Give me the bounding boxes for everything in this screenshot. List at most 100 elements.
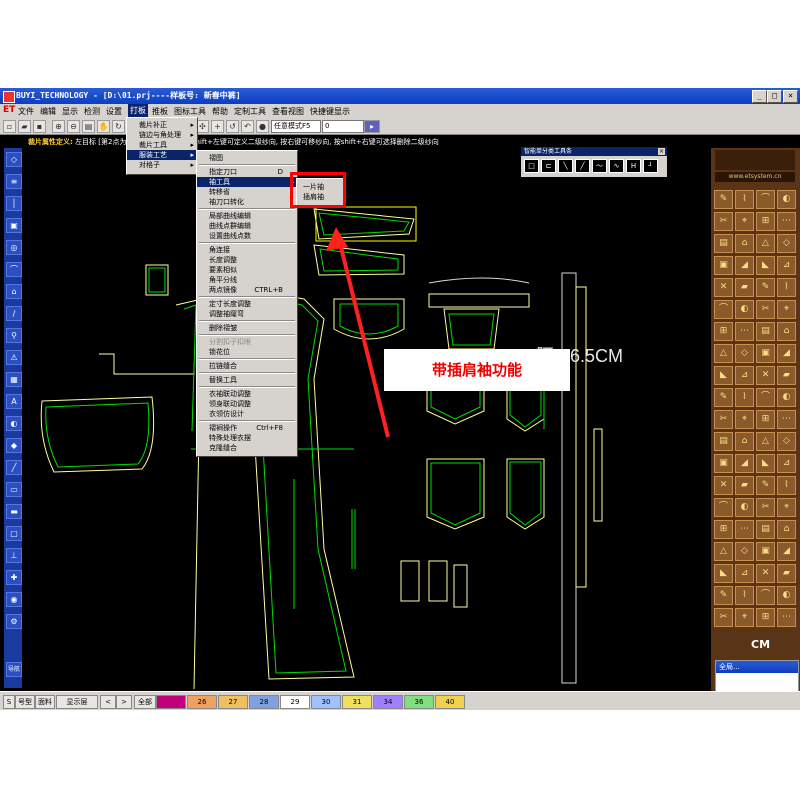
right-tool-icon[interactable]: ▣ bbox=[714, 454, 733, 473]
right-tool-icon[interactable]: ⌂ bbox=[735, 432, 754, 451]
submenu-item-30[interactable]: 领身联动调整 bbox=[197, 399, 297, 409]
right-tool-icon[interactable]: ⊞ bbox=[714, 520, 733, 539]
right-tool-icon[interactable]: ⋯ bbox=[777, 608, 796, 627]
right-tool-icon[interactable]: ⌖ bbox=[735, 410, 754, 429]
menu-custom-tools[interactable]: 定制工具 bbox=[234, 106, 266, 117]
submenu-item-17[interactable]: 定寸长度调整 bbox=[197, 299, 297, 309]
right-tool-icon[interactable]: ▰ bbox=[777, 366, 796, 385]
layer-swatch[interactable]: 36 bbox=[404, 695, 434, 709]
right-tool-icon[interactable]: ◣ bbox=[714, 564, 733, 583]
undo-icon[interactable]: ↶ bbox=[241, 120, 254, 133]
menu-icon-tools[interactable]: 图标工具 bbox=[174, 106, 206, 117]
right-tool-icon[interactable]: ⊞ bbox=[756, 212, 775, 231]
left-tool-icon-20[interactable]: ◉ bbox=[6, 592, 22, 607]
left-tool-icon-0[interactable]: ◇ bbox=[6, 152, 22, 167]
rect-tool-icon[interactable]: □ bbox=[524, 159, 539, 173]
right-tool-icon[interactable]: △ bbox=[714, 344, 733, 363]
layer-swatch[interactable]: 27 bbox=[218, 695, 248, 709]
right-tool-icon[interactable]: ⌇ bbox=[735, 388, 754, 407]
right-tool-icon[interactable]: ⌖ bbox=[777, 498, 796, 517]
green-dot-icon[interactable]: ● bbox=[256, 120, 269, 133]
right-tool-icon[interactable]: ✂ bbox=[714, 608, 733, 627]
submenu-item-13[interactable]: 要素相似 bbox=[197, 265, 297, 275]
left-tool-icon-10[interactable]: ▦ bbox=[6, 372, 22, 387]
size-s-button[interactable]: S bbox=[3, 695, 15, 709]
right-tool-icon[interactable]: ◣ bbox=[756, 454, 775, 473]
right-tool-icon[interactable]: ◢ bbox=[735, 256, 754, 275]
left-tool-icon-5[interactable]: ⌒ bbox=[6, 262, 22, 277]
new-file-icon[interactable]: ▫ bbox=[3, 120, 16, 133]
bracket-tool-icon[interactable]: ⊏ bbox=[541, 159, 556, 173]
menu-check[interactable]: 检测 bbox=[84, 106, 100, 117]
right-tool-icon[interactable]: ◢ bbox=[777, 344, 796, 363]
submenu-item-27[interactable]: 替换工具 bbox=[197, 375, 297, 385]
submenu-item-23[interactable]: 锁花位 bbox=[197, 347, 297, 357]
right-tool-icon[interactable]: ⊿ bbox=[777, 454, 796, 473]
right-tool-icon[interactable]: ⌂ bbox=[777, 322, 796, 341]
right-tool-icon[interactable]: ▤ bbox=[756, 520, 775, 539]
right-tool-icon[interactable]: ◢ bbox=[735, 454, 754, 473]
right-tool-icon[interactable]: ◢ bbox=[777, 542, 796, 561]
zoom-out-icon[interactable]: ⊖ bbox=[67, 120, 80, 133]
layer-swatch[interactable]: 40 bbox=[435, 695, 465, 709]
right-tool-icon[interactable]: ⌒ bbox=[714, 498, 733, 517]
submenu-item-3[interactable]: 袖工具 ▸ bbox=[197, 177, 297, 187]
right-tool-icon[interactable]: ✕ bbox=[714, 476, 733, 495]
right-tool-icon[interactable]: ▣ bbox=[756, 542, 775, 561]
menu-item-0[interactable]: 裁片补正 ▸ bbox=[127, 120, 197, 130]
diagonal-tool-icon[interactable]: ╲ bbox=[558, 159, 573, 173]
menu-shortcuts[interactable]: 快捷键显示 bbox=[310, 106, 350, 117]
left-tool-icon-3[interactable]: ▣ bbox=[6, 218, 22, 233]
right-tool-icon[interactable]: ⌂ bbox=[777, 520, 796, 539]
right-tool-icon[interactable]: ⌒ bbox=[756, 388, 775, 407]
close-button[interactable]: × bbox=[783, 90, 798, 103]
right-tool-icon[interactable]: ◇ bbox=[777, 432, 796, 451]
left-tool-icon-19[interactable]: ✚ bbox=[6, 570, 22, 585]
minimize-button[interactable]: _ bbox=[752, 90, 767, 103]
rotate-icon[interactable]: ↺ bbox=[226, 120, 239, 133]
left-tool-icon-1[interactable]: ≡ bbox=[6, 174, 22, 189]
pan-hand-icon[interactable]: ✋ bbox=[97, 120, 110, 133]
left-tool-icon-17[interactable]: ▢ bbox=[6, 526, 22, 541]
layer-swatch[interactable] bbox=[156, 695, 186, 709]
left-tool-icon-14[interactable]: ╱ bbox=[6, 460, 22, 475]
menu-item-3[interactable]: 服装工艺 ▸ bbox=[127, 150, 197, 160]
print-icon[interactable]: ▤ bbox=[82, 120, 95, 133]
fabric-button[interactable]: 面料 bbox=[35, 695, 55, 709]
maximize-button[interactable]: □ bbox=[767, 90, 782, 103]
menu-item-2[interactable]: 裁片工具 ▸ bbox=[127, 140, 197, 150]
right-tool-icon[interactable]: ◣ bbox=[714, 366, 733, 385]
right-tool-icon[interactable]: ⋯ bbox=[735, 322, 754, 341]
right-tool-icon[interactable]: ⌇ bbox=[735, 586, 754, 605]
submenu-item-31[interactable]: 衣领仿设计 bbox=[197, 409, 297, 419]
left-tool-icon-6[interactable]: ⌂ bbox=[6, 284, 22, 299]
menu-item-4[interactable]: 对格子 ▸ bbox=[127, 160, 197, 170]
right-tool-icon[interactable]: ⌖ bbox=[735, 608, 754, 627]
right-tool-icon[interactable]: ⊞ bbox=[756, 608, 775, 627]
menu-item-1[interactable]: 链边与角处理 ▸ bbox=[127, 130, 197, 140]
apply-icon[interactable]: ▸ bbox=[364, 120, 380, 133]
submenu-item-18[interactable]: 调整袖窿弯 bbox=[197, 309, 297, 319]
layer-swatch[interactable]: 30 bbox=[311, 695, 341, 709]
left-tool-icon-8[interactable]: ⚲ bbox=[6, 328, 22, 343]
submenu-item-5[interactable]: 袖刀口转化 bbox=[197, 197, 297, 207]
right-tool-icon[interactable]: ⊞ bbox=[756, 410, 775, 429]
right-tool-icon[interactable]: ⌖ bbox=[735, 212, 754, 231]
next-layer-button[interactable]: > bbox=[116, 695, 132, 709]
right-tool-icon[interactable]: ✂ bbox=[714, 212, 733, 231]
right-tool-icon[interactable]: ◇ bbox=[735, 542, 754, 561]
right-tool-icon[interactable]: ◇ bbox=[735, 344, 754, 363]
submenu-item-34[interactable]: 特殊处理衣摆 bbox=[197, 433, 297, 443]
submenu-item-0[interactable]: 褶图 bbox=[197, 153, 297, 163]
right-tool-icon[interactable]: ✎ bbox=[714, 388, 733, 407]
layer-swatch[interactable]: 28 bbox=[249, 695, 279, 709]
right-tool-icon[interactable]: ✂ bbox=[756, 300, 775, 319]
all-layers-button[interactable]: 全部 bbox=[134, 695, 156, 709]
menu-pattern[interactable]: 打板 bbox=[128, 104, 148, 118]
submenu-item-2[interactable]: 指定刀口 D bbox=[197, 167, 297, 177]
save-icon[interactable]: ▪ bbox=[33, 120, 46, 133]
left-tool-icon-9[interactable]: ⚠ bbox=[6, 350, 22, 365]
right-tool-icon[interactable]: △ bbox=[756, 432, 775, 451]
right-tool-icon[interactable]: ⋯ bbox=[735, 520, 754, 539]
left-tool-icon-15[interactable]: ▭ bbox=[6, 482, 22, 497]
